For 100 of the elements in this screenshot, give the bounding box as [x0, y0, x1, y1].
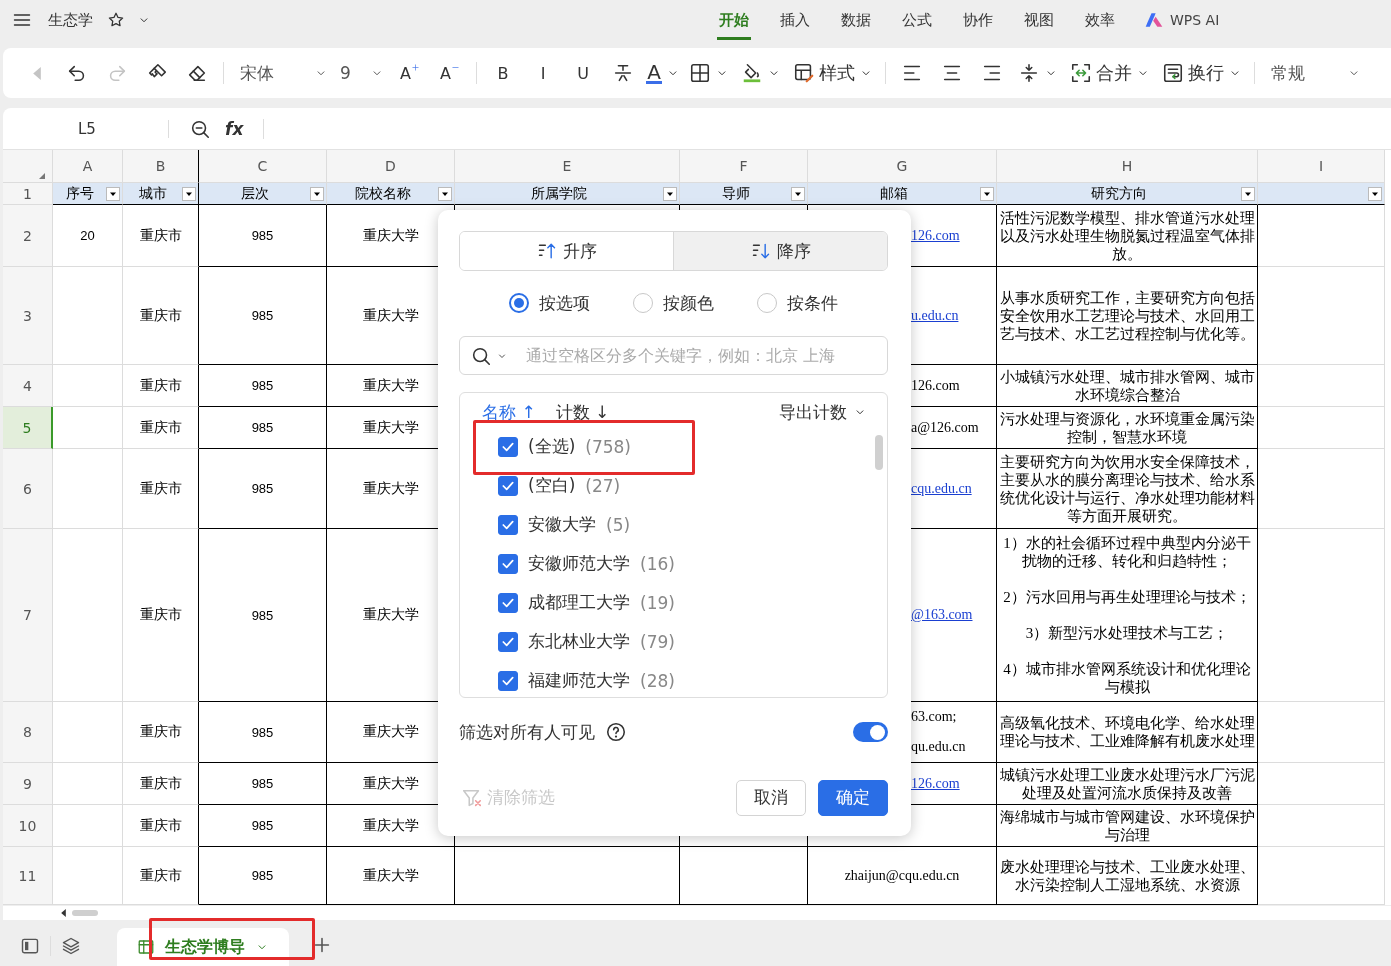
row-header[interactable]: 1 [3, 183, 53, 205]
filter-dropdown-button[interactable] [438, 186, 452, 201]
value-label[interactable]: 福建师范大学 [528, 669, 630, 692]
value-label[interactable]: 安徽大学 [528, 513, 596, 536]
header-label: 院校名称 [353, 184, 412, 203]
ai-button[interactable]: WPS AI [1144, 10, 1220, 30]
scrollbar-thumb[interactable] [875, 435, 883, 470]
row-header[interactable]: 6 [3, 449, 53, 529]
radio-label[interactable]: 按颜色 [663, 291, 714, 315]
insert-function-button[interactable]: fx [225, 118, 265, 139]
checkbox[interactable] [498, 514, 518, 535]
increase-font-button[interactable]: A [390, 57, 430, 89]
confirm-button[interactable]: 确定 [818, 779, 888, 816]
sort-link[interactable]: 计数 ↓ [555, 400, 610, 424]
ribbon-tab[interactable]: 协作 [961, 0, 995, 40]
column-header[interactable]: E [455, 150, 680, 183]
email-link[interactable]: @163.com [911, 607, 973, 623]
value-label[interactable]: (空白) [528, 474, 576, 497]
font-size-dropdown[interactable]: 9 [334, 57, 390, 89]
filter-dropdown-button[interactable] [980, 186, 994, 201]
checkbox[interactable] [498, 553, 518, 574]
checkbox[interactable] [498, 631, 518, 652]
column-header[interactable]: I [1258, 150, 1385, 183]
bold-button[interactable]: B [483, 57, 523, 89]
column-header[interactable]: C [199, 150, 327, 183]
radio-label[interactable]: 按选项 [539, 291, 590, 315]
cancel-button[interactable]: 取消 [736, 779, 806, 816]
decrease-font-button[interactable]: A [430, 57, 470, 89]
row-header[interactable]: 2 [3, 205, 53, 267]
scrollbar-thumb[interactable] [72, 910, 98, 916]
underline-button[interactable]: U [563, 57, 603, 89]
toggle-switch[interactable] [853, 722, 888, 742]
help-icon[interactable] [605, 721, 627, 743]
checkbox[interactable] [498, 670, 518, 691]
row-header[interactable]: 7 [3, 529, 53, 702]
row-header[interactable]: 3 [3, 267, 53, 365]
table-cell: 985 [199, 449, 327, 529]
value-label[interactable]: (全选) [528, 435, 576, 458]
name-box[interactable]: L5 [3, 119, 169, 138]
column-header[interactable]: B [123, 150, 199, 183]
email-link[interactable]: 126.com [911, 775, 960, 792]
column-header[interactable]: H [997, 150, 1258, 183]
radio-button[interactable] [509, 293, 529, 313]
ribbon-tab[interactable]: 插入 [778, 0, 812, 40]
layers-icon[interactable] [61, 936, 81, 956]
sheet-tab[interactable]: 生态学博导 [117, 928, 289, 966]
star-icon[interactable] [107, 11, 125, 29]
font-color-button[interactable]: A [643, 57, 683, 89]
email-link[interactable]: u.edu.cn [911, 307, 959, 324]
wrap-dropdown[interactable]: 换行 [1156, 57, 1248, 89]
checkbox[interactable] [498, 475, 518, 496]
filter-dropdown-button[interactable] [106, 186, 120, 201]
sort-link[interactable]: 名称 ↑ [482, 400, 536, 424]
export-count-dropdown[interactable]: 导出计数 [779, 400, 867, 424]
value-label[interactable]: 东北林业大学 [528, 630, 630, 653]
row-header[interactable]: 4 [3, 365, 53, 407]
filter-dropdown-button[interactable] [791, 186, 805, 201]
filter-dropdown-button[interactable] [310, 186, 324, 201]
column-header[interactable]: G [808, 150, 997, 183]
value-label[interactable]: 安徽师范大学 [528, 552, 630, 575]
ribbon-tab[interactable]: 视图 [1022, 0, 1056, 40]
value-count: (79) [640, 631, 675, 652]
ribbon-tab[interactable]: 开始 [717, 0, 751, 40]
filter-dropdown-button[interactable] [1368, 186, 1382, 201]
number-format-dropdown[interactable]: 常规 [1261, 57, 1361, 89]
row-header[interactable]: 9 [3, 763, 53, 805]
italic-button[interactable]: I [523, 57, 563, 89]
filter-dropdown-button[interactable] [1241, 186, 1255, 201]
ribbon-tab[interactable]: 数据 [839, 0, 873, 40]
row-header[interactable]: 8 [3, 702, 53, 763]
table-cell: 污水处理与资源化，水环境重金属污染控制，智慧水环境 [997, 407, 1258, 449]
column-header[interactable]: D [327, 150, 455, 183]
style-dropdown[interactable]: 样式 [787, 57, 879, 89]
ribbon-tab[interactable]: 效率 [1083, 0, 1117, 40]
column-header[interactable]: F [680, 150, 808, 183]
checkbox[interactable] [498, 592, 518, 613]
font-dropdown[interactable]: 宋体 [230, 57, 334, 89]
ribbon-tab[interactable]: 公式 [900, 0, 934, 40]
value-count: (27) [585, 475, 621, 496]
sidebar-toggle-icon[interactable] [20, 936, 40, 956]
merge-dropdown[interactable]: 合并 [1064, 57, 1156, 89]
value-label[interactable]: 成都理工大学 [528, 591, 630, 614]
sort-button[interactable]: 降序 [674, 232, 887, 270]
checkbox[interactable] [498, 436, 518, 457]
column-header[interactable]: A [53, 150, 123, 183]
row-header[interactable]: 10 [3, 805, 53, 847]
search-box[interactable]: 通过空格区分多个关键字，例如：北京 上海 [459, 336, 888, 375]
email-link[interactable]: cqu.edu.cn [911, 480, 972, 497]
borders-icon [689, 62, 711, 84]
row-header[interactable]: 5 [3, 407, 53, 449]
search-field[interactable]: 通过空格区分多个关键字，例如：北京 上海 [524, 345, 887, 366]
sort-button[interactable]: 升序 [460, 232, 674, 270]
table-cell: 1）水的社会循环过程中典型内分泌干扰物的迁移、转化和归趋特性； 2）污水回用与再生处理理论与技术； 3）新型污水处理技术与工艺； 4）城市排水管网系统设计和优化理论与模拟 [997, 529, 1258, 702]
email-link[interactable]: 126.com [911, 227, 960, 244]
plus-icon [410, 62, 420, 72]
row-header[interactable]: 11 [3, 847, 53, 905]
filter-dropdown-button[interactable] [663, 186, 677, 201]
radio-label[interactable]: 按条件 [787, 291, 838, 315]
scroll-left-icon[interactable] [61, 909, 66, 917]
filter-dropdown-button[interactable] [182, 186, 196, 201]
